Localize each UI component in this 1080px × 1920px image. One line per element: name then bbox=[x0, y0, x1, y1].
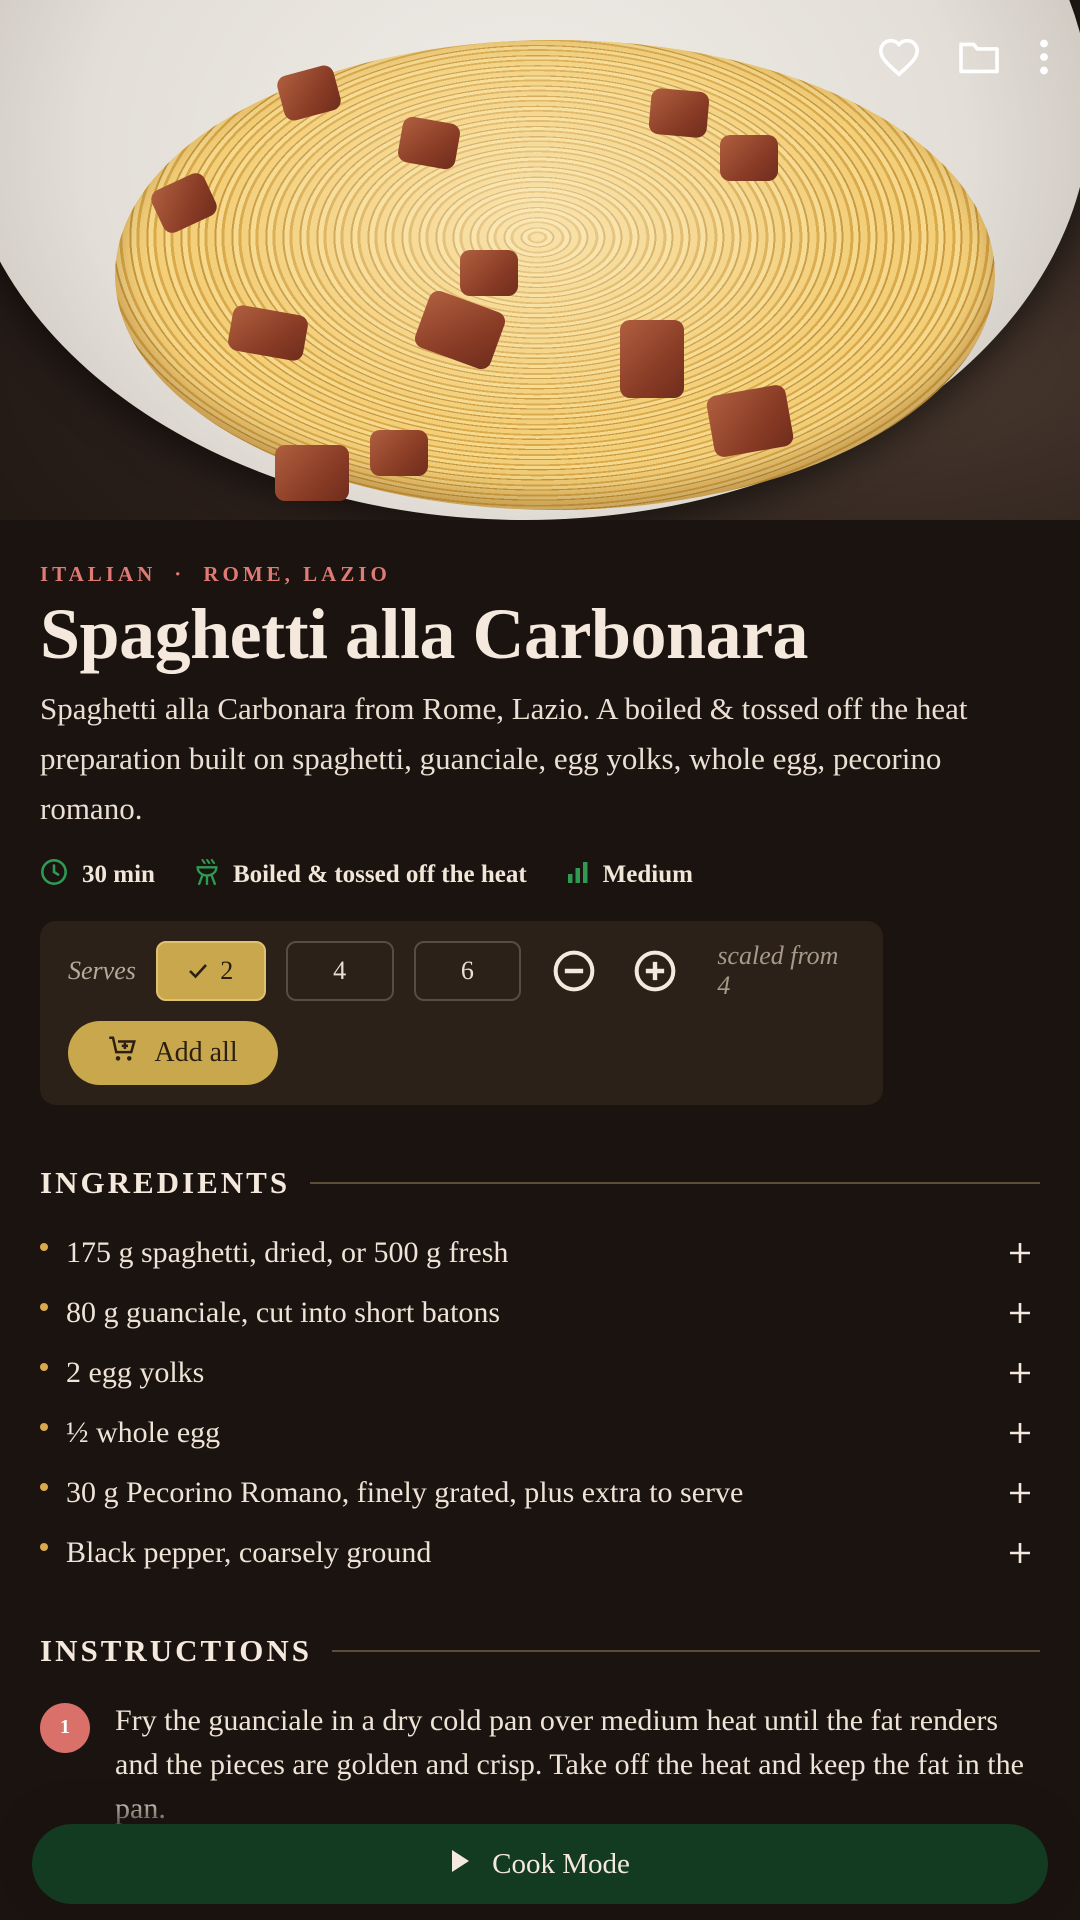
add-ingredient-icon[interactable] bbox=[1000, 1233, 1040, 1273]
recipe-meta: 30 min Boiled & tossed off the heat Medi… bbox=[40, 858, 1040, 893]
serves-option-2[interactable]: 2 bbox=[155, 940, 266, 1001]
meta-time: 30 min bbox=[40, 858, 155, 893]
serves-panel: Serves 2 4 6 scaled from 4 Add all bbox=[40, 920, 883, 1105]
serves-row: Serves 2 4 6 scaled from 4 bbox=[68, 940, 855, 1001]
meta-method: Boiled & tossed off the heat bbox=[195, 858, 527, 893]
serves-option-6[interactable]: 6 bbox=[413, 940, 522, 1001]
guanciale-piece bbox=[275, 445, 349, 501]
folder-outline-icon[interactable] bbox=[954, 32, 1004, 82]
meta-time-label: 30 min bbox=[82, 861, 155, 889]
decrease-servings-button[interactable] bbox=[549, 946, 598, 996]
guanciale-piece bbox=[648, 87, 710, 139]
ingredient-list: 175 g spaghetti, dried, or 500 g fresh 8… bbox=[40, 1223, 1040, 1583]
serves-option-4[interactable]: 4 bbox=[285, 940, 394, 1001]
bullet-dot bbox=[40, 1542, 48, 1551]
ingredient-item: 80 g guanciale, cut into short batons bbox=[40, 1283, 1040, 1343]
cook-mode-button[interactable]: Cook Mode bbox=[32, 1824, 1048, 1904]
step-text: Fry the guanciale in a dry cold pan over… bbox=[115, 1703, 1024, 1825]
ingredient-text: 80 g guanciale, cut into short batons bbox=[66, 1295, 501, 1329]
ingredient-item: 2 egg yolks bbox=[40, 1343, 1040, 1403]
more-vertical-icon[interactable] bbox=[1034, 32, 1054, 82]
meta-difficulty: Medium bbox=[567, 861, 693, 890]
add-ingredient-icon[interactable] bbox=[1000, 1353, 1040, 1393]
add-all-button[interactable]: Add all bbox=[68, 1020, 278, 1085]
ingredient-text: ½ whole egg bbox=[66, 1415, 221, 1449]
instructions-heading: INSTRUCTIONS bbox=[40, 1632, 313, 1668]
signal-bars-icon bbox=[567, 861, 589, 890]
serves-option-label: 4 bbox=[333, 955, 347, 985]
guanciale-piece bbox=[460, 250, 518, 296]
guanciale-piece bbox=[396, 115, 462, 171]
guanciale-piece bbox=[620, 320, 684, 398]
region-label: ROME, LAZIO bbox=[203, 562, 391, 586]
ingredient-item: 175 g spaghetti, dried, or 500 g fresh bbox=[40, 1223, 1040, 1283]
bullet-dot bbox=[40, 1362, 48, 1371]
pasta bbox=[115, 40, 995, 510]
add-ingredient-icon[interactable] bbox=[1000, 1413, 1040, 1453]
add-ingredient-icon[interactable] bbox=[1000, 1533, 1040, 1573]
serves-label: Serves bbox=[68, 955, 136, 985]
instruction-step: 1 Fry the guanciale in a dry cold pan ov… bbox=[40, 1699, 1040, 1831]
cook-mode-label: Cook Mode bbox=[492, 1847, 630, 1880]
meta-method-label: Boiled & tossed off the heat bbox=[232, 861, 527, 889]
cuisine-separator: · bbox=[174, 562, 186, 586]
bullet-dot bbox=[40, 1482, 48, 1491]
ingredients-section: INGREDIENTS 175 g spaghetti, dried, or 5… bbox=[40, 1165, 1040, 1583]
hero-actions bbox=[874, 32, 1054, 82]
recipe-title: Spaghetti alla Carbonara bbox=[40, 594, 809, 674]
add-ingredient-icon[interactable] bbox=[1000, 1293, 1040, 1333]
bullet-dot bbox=[40, 1302, 48, 1311]
ingredient-item: ½ whole egg bbox=[40, 1403, 1040, 1463]
ingredient-text: 2 egg yolks bbox=[66, 1355, 205, 1389]
clock-icon bbox=[40, 858, 68, 893]
section-divider bbox=[310, 1181, 1040, 1184]
ingredient-text: Black pepper, coarsely ground bbox=[66, 1535, 432, 1569]
add-ingredient-icon[interactable] bbox=[1000, 1473, 1040, 1513]
recipe-content: ITALIAN · ROME, LAZIO Spaghetti alla Car… bbox=[40, 520, 1040, 1831]
serves-option-label: 6 bbox=[460, 955, 474, 985]
recipe-description: Spaghetti alla Carbonara from Rome, Lazi… bbox=[40, 690, 968, 826]
cuisine-origin: ITALIAN · ROME, LAZIO bbox=[40, 562, 1040, 587]
serves-option-label: 2 bbox=[220, 955, 234, 985]
cart-add-icon bbox=[108, 1035, 138, 1071]
increase-servings-button[interactable] bbox=[630, 946, 679, 996]
guanciale-piece bbox=[370, 430, 428, 476]
hero-image bbox=[0, 0, 1080, 520]
ingredient-text: 30 g Pecorino Romano, finely grated, plu… bbox=[66, 1475, 744, 1509]
ingredient-item: 30 g Pecorino Romano, finely grated, plu… bbox=[40, 1463, 1040, 1523]
ingredient-text: 175 g spaghetti, dried, or 500 g fresh bbox=[66, 1235, 509, 1269]
add-all-label: Add all bbox=[154, 1036, 238, 1068]
scaled-note: scaled from 4 bbox=[717, 940, 839, 1000]
play-icon bbox=[450, 1848, 470, 1881]
cuisine-label: ITALIAN bbox=[40, 562, 157, 586]
meta-difficulty-label: Medium bbox=[602, 861, 693, 889]
instructions-header: INSTRUCTIONS bbox=[40, 1633, 1040, 1669]
grill-icon bbox=[195, 858, 219, 893]
section-divider bbox=[332, 1649, 1040, 1652]
ingredients-heading: INGREDIENTS bbox=[40, 1164, 291, 1200]
instructions-section: INSTRUCTIONS 1 Fry the guanciale in a dr… bbox=[40, 1633, 1040, 1831]
step-number-badge: 1 bbox=[40, 1702, 90, 1753]
bullet-dot bbox=[40, 1242, 48, 1251]
heart-outline-icon[interactable] bbox=[874, 32, 924, 82]
bullet-dot bbox=[40, 1422, 48, 1431]
check-icon bbox=[188, 956, 208, 986]
ingredients-header: INGREDIENTS bbox=[40, 1165, 1040, 1201]
ingredient-item: Black pepper, coarsely ground bbox=[40, 1523, 1040, 1583]
guanciale-piece bbox=[720, 135, 778, 181]
